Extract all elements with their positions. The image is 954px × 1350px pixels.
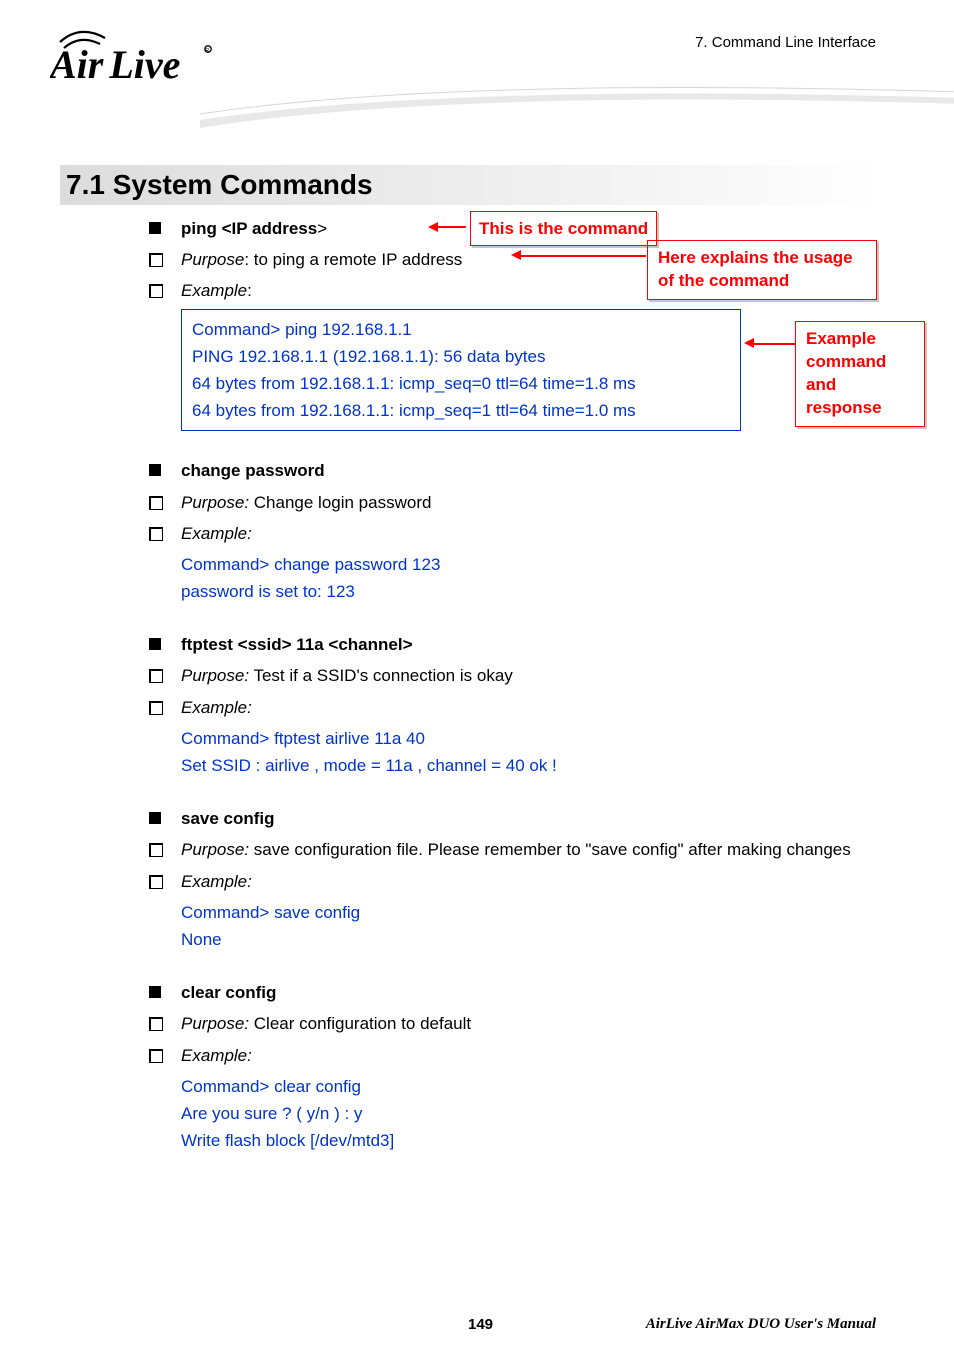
clearconfig-out-l2: Are you sure ? ( y/n ) : y [181,1100,895,1127]
purpose-label: Purpose: [181,1014,249,1033]
example-label: Example: [181,1046,252,1065]
clear-config-block: clear config Purpose: Clear configuratio… [135,979,895,1154]
ping-out-l3: 64 bytes from 192.168.1.1: icmp_seq=0 tt… [192,370,730,397]
callout-resp-l1: Example [806,329,876,348]
example-label: Example: [181,872,252,891]
svg-text:R: R [205,48,209,54]
ping-output-box: Command> ping 192.168.1.1 PING 192.168.1… [181,309,741,432]
example-label: Example [181,281,247,300]
changepw-out-l2: password is set to: 123 [181,578,895,605]
purpose-label: Purpose [181,250,244,269]
cmd-changepw-title: change password [181,461,325,480]
left-arrowhead-icon [744,338,754,348]
saveconfig-out-l2: None [181,926,895,953]
example-colon: : [247,281,252,300]
page-number: 149 [468,1316,493,1333]
section-heading: 7.1 System Commands [60,165,880,205]
ping-out-l4: 64 bytes from 192.168.1.1: icmp_seq=1 tt… [192,397,730,424]
airlive-logo: AirLive R [50,22,220,93]
changepw-out-l1: Command> change password 123 [181,551,895,578]
ping-out-l1: Command> ping 192.168.1.1 [192,316,730,343]
cmd-ftptest-title: ftptest <ssid> 11a <channel> [181,635,413,654]
callout-usage: Here explains the usage of the command [647,240,877,300]
cmd-saveconfig-title: save config [181,809,275,828]
purpose-label: Purpose: [181,666,249,685]
purpose-text: save configuration file. Please remember… [249,840,851,859]
callout-example-response: Example command and response [795,321,925,427]
left-arrowhead-icon [511,250,521,260]
example-label: Example: [181,698,252,717]
left-arrow-icon [428,222,466,232]
cmd-ping-title-suffix: > [317,219,327,238]
ping-command-block: ping <IP address> Purpose: to ping a rem… [135,215,895,431]
arrow-line [753,343,795,345]
clearconfig-out-l3: Write flash block [/dev/mtd3] [181,1127,895,1154]
callout-resp-l2: command and [806,352,886,394]
purpose-label: Purpose: [181,840,249,859]
manual-title: AirLive AirMax DUO User's Manual [646,1316,876,1333]
ftptest-out-l1: Command> ftptest airlive 11a 40 [181,725,895,752]
purpose-text: : to ping a remote IP address [244,250,462,269]
cmd-clearconfig-title: clear config [181,983,276,1002]
purpose-text: Test if a SSID's connection is okay [249,666,513,685]
cmd-ping-title: ping <IP address [181,219,317,238]
chapter-label: 7. Command Line Interface [695,34,876,51]
example-label: Example: [181,524,252,543]
callout-resp-l3: response [806,398,882,417]
callout-usage-l2: of the command [658,271,789,290]
callout-this-is-command: This is the command [470,211,657,246]
header-swoosh [200,80,954,130]
purpose-text: Change login password [249,493,431,512]
svg-text:AirLive: AirLive [50,42,180,87]
purpose-label: Purpose: [181,493,249,512]
ftptest-out-l2: Set SSID : airlive , mode = 11a , channe… [181,752,895,779]
clearconfig-out-l1: Command> clear config [181,1073,895,1100]
purpose-text: Clear configuration to default [249,1014,471,1033]
arrow-line [520,255,646,257]
ftptest-block: ftptest <ssid> 11a <channel> Purpose: Te… [135,631,895,779]
saveconfig-out-l1: Command> save config [181,899,895,926]
callout-usage-l1: Here explains the usage [658,248,853,267]
save-config-block: save config Purpose: save configuration … [135,805,895,953]
ping-out-l2: PING 192.168.1.1 (192.168.1.1): 56 data … [192,343,730,370]
change-password-block: change password Purpose: Change login pa… [135,457,895,605]
